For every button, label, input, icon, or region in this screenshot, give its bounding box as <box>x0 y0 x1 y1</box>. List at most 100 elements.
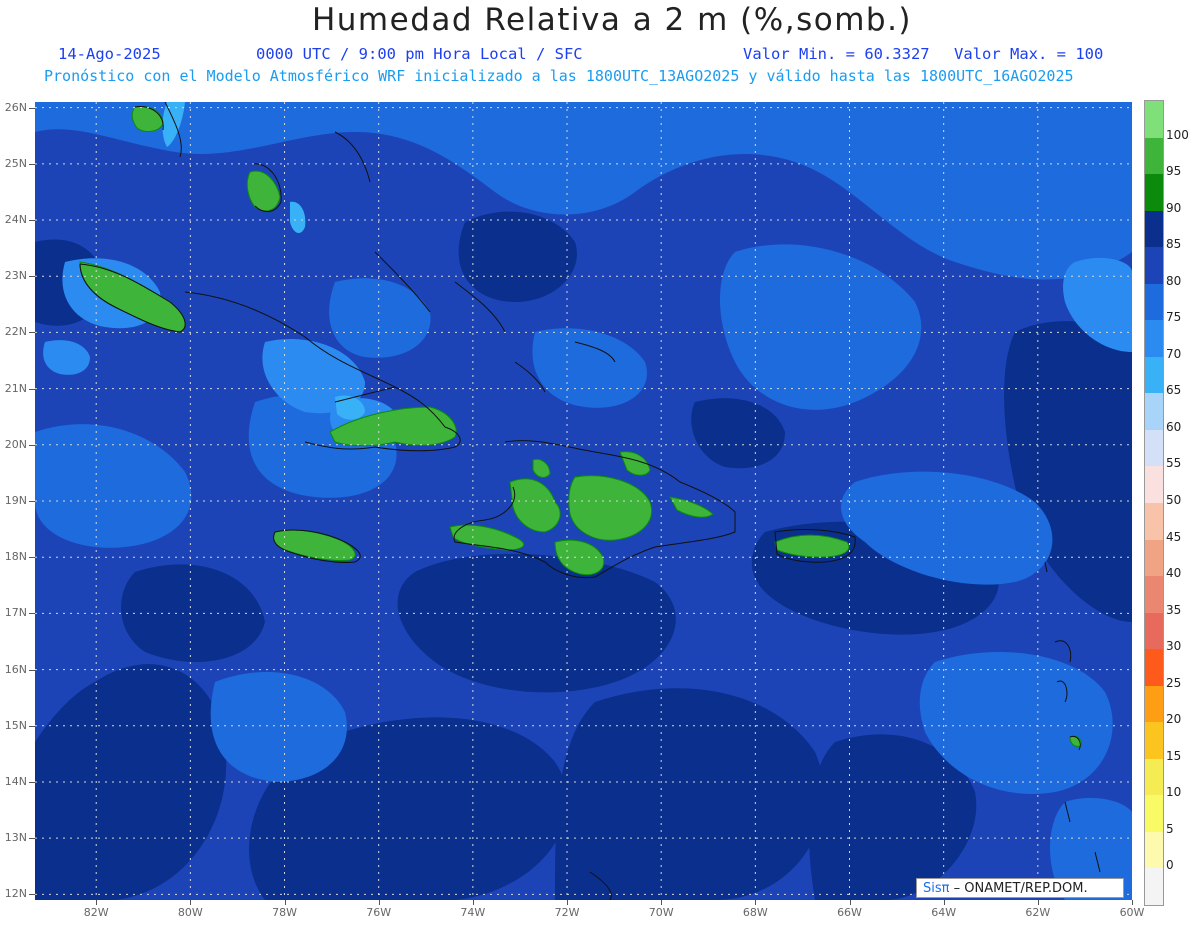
lon-tick <box>1037 900 1039 905</box>
legend-label: 20 <box>1166 712 1182 727</box>
lon-tick <box>472 900 474 905</box>
legend-swatch <box>1145 722 1163 760</box>
legend-label: 55 <box>1166 456 1182 471</box>
lat-label: 15N <box>4 718 27 732</box>
legend-swatch <box>1145 795 1163 833</box>
lon-label: 68W <box>742 906 768 919</box>
lat-label: 18N <box>4 550 27 564</box>
legend-swatch <box>1145 137 1163 175</box>
legend-swatch <box>1145 320 1163 358</box>
lat-label: 26N <box>4 100 27 114</box>
legend-label: 80 <box>1166 273 1182 288</box>
lat-tick <box>29 613 35 615</box>
lat-tick <box>29 838 35 840</box>
legend-label: 5 <box>1166 821 1174 836</box>
lat-label: 19N <box>4 494 27 507</box>
legend-label: 30 <box>1166 639 1182 654</box>
lon-tick <box>96 900 98 905</box>
lon-tick <box>755 900 757 905</box>
lon-tick <box>1132 900 1133 905</box>
legend-swatch <box>1145 758 1163 796</box>
legend-swatch <box>1145 247 1163 285</box>
lat-tick <box>29 276 35 278</box>
legend-label: 45 <box>1166 529 1182 544</box>
legend-label: 70 <box>1166 346 1182 361</box>
lat-label: 21N <box>4 381 27 395</box>
lat-tick <box>29 725 35 727</box>
lat-label: 12N <box>4 887 27 901</box>
legend-swatch <box>1145 393 1163 431</box>
legend-label: 65 <box>1166 383 1182 398</box>
legend-label: 100 <box>1166 127 1189 142</box>
max-value: Valor Max. = 100 <box>954 45 1104 63</box>
lon-label: 80W <box>177 906 203 919</box>
legend-label: 90 <box>1166 200 1182 215</box>
lon-tick <box>567 900 569 905</box>
lat-label: 17N <box>4 606 27 620</box>
valid-time: 0000 UTC / 9:00 pm Hora Local / SFC <box>256 45 583 63</box>
legend-swatch <box>1145 649 1163 687</box>
lon-label: 66W <box>837 906 862 919</box>
lat-tick <box>29 163 35 165</box>
lon-label: 82W <box>83 906 109 919</box>
map-title: Humedad Relativa a 2 m (%,somb.) <box>311 2 913 38</box>
lon-label: 78W <box>272 906 297 919</box>
legend-swatch <box>1145 868 1163 906</box>
legend-swatch <box>1145 576 1163 614</box>
legend-swatch <box>1145 429 1163 467</box>
lon-tick <box>661 900 663 905</box>
lon-tick <box>284 900 286 905</box>
legend-swatch <box>1145 466 1163 504</box>
lat-tick <box>29 501 35 502</box>
lon-tick <box>378 900 380 905</box>
legend-swatch <box>1145 101 1163 139</box>
lat-tick <box>29 220 35 221</box>
lat-tick <box>29 444 35 446</box>
lat-tick <box>29 669 35 671</box>
lat-tick <box>29 332 35 334</box>
legend-label: 40 <box>1166 566 1182 581</box>
legend-label: 10 <box>1166 785 1182 800</box>
lon-label: 64W <box>931 906 957 919</box>
lat-label: 13N <box>4 831 27 845</box>
lat-label: 14N <box>4 774 27 788</box>
lon-label: 76W <box>366 906 392 919</box>
legend-label: 15 <box>1166 748 1182 763</box>
legend-swatch <box>1145 356 1163 394</box>
credit-box: Sisπ – ONAMET/REP.DOM. <box>916 878 1124 898</box>
legend-swatch <box>1145 685 1163 723</box>
lat-label: 24N <box>4 213 27 226</box>
legend-label: 25 <box>1166 675 1182 690</box>
lon-tick <box>849 900 851 905</box>
color-legend <box>1144 100 1164 906</box>
lat-tick <box>29 388 35 390</box>
lon-label: 62W <box>1025 906 1051 919</box>
legend-swatch <box>1145 539 1163 577</box>
relative-humidity-map <box>35 102 1132 900</box>
lon-label: 70W <box>648 906 674 919</box>
forecast-date: 14-Ago-2025 <box>58 45 161 63</box>
lat-label: 23N <box>4 269 27 283</box>
legend-swatch <box>1145 210 1163 248</box>
lon-label: 60W <box>1119 906 1145 919</box>
legend-label: 0 <box>1166 858 1174 873</box>
legend-swatch <box>1145 174 1163 212</box>
lon-tick <box>190 900 192 905</box>
lon-tick <box>943 900 945 905</box>
lon-label: 72W <box>554 906 580 919</box>
lat-tick <box>29 107 35 109</box>
credit-org: – ONAMET/REP.DOM. <box>953 881 1088 896</box>
legend-label: 95 <box>1166 164 1182 179</box>
legend-label: 35 <box>1166 602 1182 617</box>
lat-label: 22N <box>4 325 27 339</box>
lat-tick <box>29 781 35 783</box>
legend-label: 50 <box>1166 493 1182 507</box>
forecast-info: Pronóstico con el Modelo Atmosférico WRF… <box>44 67 1074 85</box>
legend-label: 60 <box>1166 419 1182 434</box>
legend-swatch <box>1145 831 1163 869</box>
lat-label: 25N <box>4 156 27 170</box>
min-value: Valor Min. = 60.3327 <box>743 45 930 63</box>
legend-swatch <box>1145 503 1163 541</box>
credit-brand: Sisπ <box>923 881 950 896</box>
legend-swatch <box>1145 283 1163 321</box>
